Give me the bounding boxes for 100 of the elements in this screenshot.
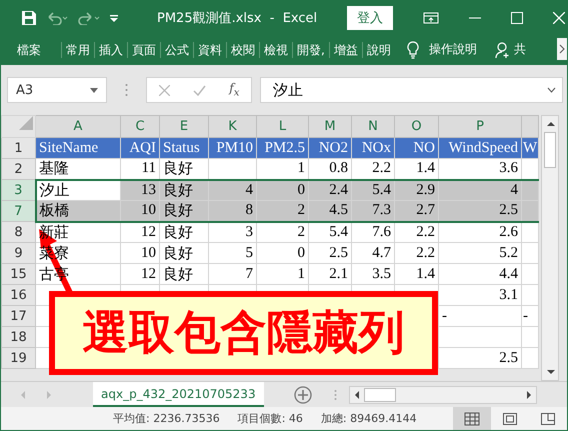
- ribbon-tab[interactable]: 插入: [94, 42, 127, 58]
- page-icon[interactable]: [502, 412, 518, 426]
- table-cell: 4: [246, 182, 253, 198]
- row-header[interactable]: 2: [2, 158, 36, 180]
- table-cell: 3.6: [499, 160, 518, 176]
- table-cell: 0.8: [329, 160, 348, 176]
- table-cell: 2.2: [416, 244, 435, 260]
- expand-chevron-icon[interactable]: [547, 87, 556, 93]
- ribbon-display-icon[interactable]: [423, 12, 440, 24]
- column-heading-cell: PM2.5: [264, 140, 305, 156]
- table-cell: 2.5: [499, 350, 518, 366]
- add-sheet-icon[interactable]: [294, 386, 312, 404]
- sign-in-button[interactable]: 登入: [347, 6, 394, 30]
- person-add-icon[interactable]: [494, 40, 511, 58]
- table-cell: 3: [246, 224, 253, 240]
- tell-me-label[interactable]: 操作說明: [428, 41, 477, 58]
- row-header[interactable]: 1: [2, 138, 36, 158]
- table-cell: 12: [141, 266, 156, 282]
- table-cell: 5.4: [329, 224, 348, 240]
- customize-caret-icon[interactable]: [109, 12, 119, 22]
- page-break-icon[interactable]: [540, 412, 556, 426]
- vertical-scrollbar[interactable]: [541, 115, 559, 381]
- table-cell: 1: [298, 160, 305, 176]
- table-cell: 2: [298, 202, 305, 218]
- table-cell: 汐止: [40, 182, 70, 199]
- ribbon-tab[interactable]: 資料: [193, 42, 226, 58]
- formula-field[interactable]: 汐止: [260, 77, 563, 103]
- column-header[interactable]: A: [74, 119, 82, 134]
- table-cell: 1.4: [416, 266, 435, 282]
- table-cell: -: [442, 308, 447, 324]
- table-cell: 2.6: [499, 224, 518, 240]
- ribbon-tab[interactable]: 說明: [362, 42, 395, 58]
- maximize-icon[interactable]: [511, 12, 524, 24]
- column-heading-cell: NOx: [362, 140, 391, 156]
- status-text: 項目個數: 46: [238, 411, 303, 426]
- table-cell: 7: [246, 266, 253, 282]
- row-header[interactable]: 16: [2, 284, 36, 306]
- window-title: PM25觀測值.xlsx - Excel: [157, 10, 318, 26]
- table-cell: 3.1: [499, 286, 518, 302]
- row-header[interactable]: 18: [2, 326, 36, 348]
- check-icon[interactable]: [192, 84, 206, 96]
- ribbon-scroll-button[interactable]: [557, 38, 567, 60]
- column-header[interactable]: P: [476, 119, 484, 134]
- row-header[interactable]: 9: [2, 242, 36, 264]
- close-icon[interactable]: [553, 12, 566, 24]
- drag-handle-icon[interactable]: [125, 83, 128, 97]
- ribbon-tab[interactable]: 增益: [328, 42, 362, 58]
- column-heading-cell: PM10: [216, 140, 253, 156]
- dropdown-caret-icon[interactable]: [90, 88, 98, 92]
- ribbon-tab[interactable]: 檔案: [13, 42, 45, 58]
- column-heading-cell: SiteName: [39, 140, 98, 156]
- column-heading-cell: WindSpeed: [448, 140, 518, 156]
- save-icon[interactable]: [21, 10, 37, 26]
- table-cell: 3.5: [372, 266, 391, 282]
- table-cell: 1.4: [416, 160, 435, 176]
- column-header[interactable]: E: [180, 119, 188, 134]
- insert-function-button[interactable]: f$_{x}$: [229, 81, 240, 99]
- ribbon-tab[interactable]: 檢視: [259, 42, 292, 58]
- table-cell: 7.6: [372, 224, 391, 240]
- ribbon-tab[interactable]: 校閱: [226, 42, 259, 58]
- column-header[interactable]: C: [135, 119, 145, 134]
- table-cell: 2.2: [372, 160, 391, 176]
- table-cell: 0: [298, 182, 305, 198]
- scroll-thumb[interactable]: [364, 388, 396, 402]
- ribbon-tab[interactable]: 開發,: [292, 42, 329, 58]
- column-header[interactable]: O: [411, 119, 422, 134]
- row-header[interactable]: 15: [2, 264, 36, 284]
- table-cell: 基隆: [39, 161, 69, 178]
- column-heading-cell: Status: [163, 140, 200, 156]
- ribbon-tab[interactable]: 頁面: [127, 42, 160, 58]
- column-header[interactable]: M: [324, 119, 336, 134]
- table-cell: 13: [141, 182, 156, 198]
- row-header[interactable]: 7: [2, 200, 36, 222]
- status-text: 加總: 89469.4144: [320, 411, 417, 426]
- lightbulb-icon[interactable]: [406, 40, 419, 58]
- sheet-tab[interactable]: aqx_p_432_20210705233: [93, 382, 264, 407]
- chevron-right-icon[interactable]: [559, 44, 565, 54]
- horizontal-scrollbar[interactable]: [348, 386, 537, 404]
- row-header[interactable]: 3: [2, 180, 36, 200]
- callout-text: 選取包含隱藏列: [82, 304, 404, 361]
- column-header[interactable]: N: [368, 119, 378, 134]
- redo-icon[interactable]: [77, 10, 101, 24]
- normal-view-button[interactable]: [453, 407, 491, 430]
- row-header[interactable]: 17: [2, 306, 36, 326]
- ribbon-tab[interactable]: 公式: [160, 42, 193, 58]
- table-cell: 11: [142, 160, 156, 176]
- column-header[interactable]: K: [228, 119, 237, 134]
- scroll-thumb[interactable]: [544, 132, 556, 168]
- grid-icon[interactable]: [464, 412, 480, 426]
- row-header[interactable]: 19: [2, 348, 36, 368]
- table-cell: 2.1: [329, 266, 348, 282]
- share-label[interactable]: 共: [514, 41, 526, 58]
- column-heading-cell: NO2: [318, 140, 348, 156]
- name-box[interactable]: A3: [7, 77, 107, 103]
- column-header[interactable]: L: [278, 119, 286, 134]
- table-cell: 7.3: [372, 202, 391, 218]
- ribbon-tab[interactable]: 常用: [61, 42, 94, 58]
- table-cell: 2.2: [416, 224, 435, 240]
- table-cell: 5.4: [372, 182, 391, 198]
- row-header[interactable]: 8: [2, 222, 36, 242]
